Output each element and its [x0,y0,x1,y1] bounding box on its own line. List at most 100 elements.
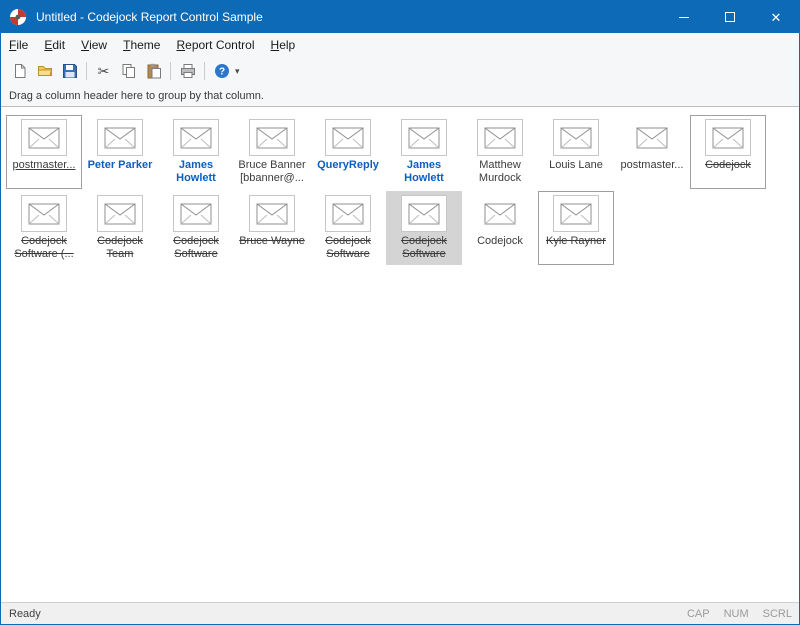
contact-name: CodejockSoftware [388,235,460,262]
paste-button[interactable] [142,60,165,82]
contact-name: MatthewMurdock [464,159,536,186]
envelope-icon [173,119,219,156]
toolbar: ✂ ? [1,57,799,85]
copy-icon [121,63,137,79]
menu-item-report-control[interactable]: Report Control [168,33,262,57]
envelope-icon [401,119,447,156]
envelope-icon [553,195,599,232]
print-icon [180,63,196,79]
indicator-num: NUM [717,608,756,620]
app-window: Untitled - Codejock Report Control Sampl… [0,0,800,625]
new-document-icon [12,63,28,79]
contact-item[interactable]: CodejockTeam [82,191,158,265]
contact-name: Louis Lane [540,159,612,186]
contact-item[interactable]: QueryReply [310,115,386,189]
menu-item-edit[interactable]: Edit [36,33,73,57]
contact-name: Bruce Banner[bbanner@... [236,159,308,186]
menu-item-help[interactable]: Help [263,33,304,57]
group-by-bar[interactable]: Drag a column header here to group by th… [1,85,799,107]
contact-item[interactable]: CodejockSoftware (... [6,191,82,265]
contact-item[interactable]: Louis Lane [538,115,614,189]
contact-name: CodejockTeam [84,235,156,262]
group-by-hint: Drag a column header here to group by th… [9,90,264,102]
cut-icon: ✂ [98,64,110,78]
menu-bar: FileEditViewThemeReport ControlHelp [1,33,799,57]
contact-name: Peter Parker [84,159,156,186]
contact-name: CodejockSoftware (... [8,235,80,262]
save-button[interactable] [58,60,81,82]
contact-item[interactable]: postmaster... [6,115,82,189]
open-folder-icon [37,63,53,79]
contact-item[interactable]: JamesHowlett [386,115,462,189]
contact-name: JamesHowlett [388,159,460,186]
envelope-icon [97,195,143,232]
save-icon [62,63,78,79]
contact-item[interactable]: JamesHowlett [158,115,234,189]
contact-item[interactable]: Codejock [690,115,766,189]
contacts-grid: postmaster... Peter Parker JamesHowlett [6,115,798,267]
help-dropdown-arrow-icon[interactable]: ▾ [235,66,240,77]
contact-item[interactable]: Codejock [462,191,538,265]
contact-name: postmaster... [8,159,80,186]
contact-item[interactable]: MatthewMurdock [462,115,538,189]
envelope-icon [477,119,523,156]
contact-item[interactable]: Peter Parker [82,115,158,189]
envelope-icon [97,119,143,156]
contact-name: Codejock [692,159,764,186]
paste-icon [146,63,162,79]
contact-name: Kyle Rayner [540,235,612,262]
envelope-icon [21,195,67,232]
title-bar: Untitled - Codejock Report Control Sampl… [1,1,799,33]
new-button[interactable] [8,60,31,82]
open-button[interactable] [33,60,56,82]
toolbar-separator [170,62,171,80]
contact-item[interactable]: CodejockSoftware [310,191,386,265]
report-content: postmaster... Peter Parker JamesHowlett [1,107,799,602]
help-button[interactable]: ? [210,60,233,82]
contact-name: QueryReply [312,159,384,186]
contact-name: Bruce Wayne [236,235,308,262]
envelope-icon [553,119,599,156]
envelope-icon [21,119,67,156]
help-icon: ? [214,63,230,79]
svg-text:?: ? [218,67,224,78]
contact-item[interactable]: CodejockSoftware [158,191,234,265]
maximize-icon [725,12,735,22]
contact-item[interactable]: postmaster... [614,115,690,189]
contact-item[interactable]: Bruce Wayne [234,191,310,265]
envelope-icon [401,195,447,232]
envelope-icon [325,195,371,232]
envelope-icon [249,119,295,156]
close-icon: ✕ [771,11,782,24]
contact-name: CodejockSoftware [312,235,384,262]
menu-item-theme[interactable]: Theme [115,33,168,57]
contact-name: postmaster... [616,159,688,186]
contact-name: JamesHowlett [160,159,232,186]
contact-item[interactable]: Bruce Banner[bbanner@... [234,115,310,189]
toolbar-separator [86,62,87,80]
cut-button[interactable]: ✂ [92,60,115,82]
window-title: Untitled - Codejock Report Control Sampl… [36,10,263,24]
contact-item[interactable]: CodejockSoftware [386,191,462,265]
status-text: Ready [1,608,41,620]
toolbar-separator [204,62,205,80]
menu-item-view[interactable]: View [73,33,115,57]
status-indicators: CAPNUMSCRL [680,608,799,620]
copy-button[interactable] [117,60,140,82]
print-button[interactable] [176,60,199,82]
minimize-icon [679,17,689,18]
indicator-scrl: SCRL [756,608,799,620]
app-logo-icon [9,8,27,26]
envelope-icon [705,119,751,156]
contact-name: Codejock [464,235,536,262]
minimize-button[interactable] [661,1,707,33]
contact-item[interactable]: Kyle Rayner [538,191,614,265]
indicator-cap: CAP [680,608,717,620]
close-button[interactable]: ✕ [753,1,799,33]
maximize-button[interactable] [707,1,753,33]
menu-item-file[interactable]: File [1,33,36,57]
envelope-icon [629,119,675,156]
envelope-icon [173,195,219,232]
envelope-icon [249,195,295,232]
contact-name: CodejockSoftware [160,235,232,262]
